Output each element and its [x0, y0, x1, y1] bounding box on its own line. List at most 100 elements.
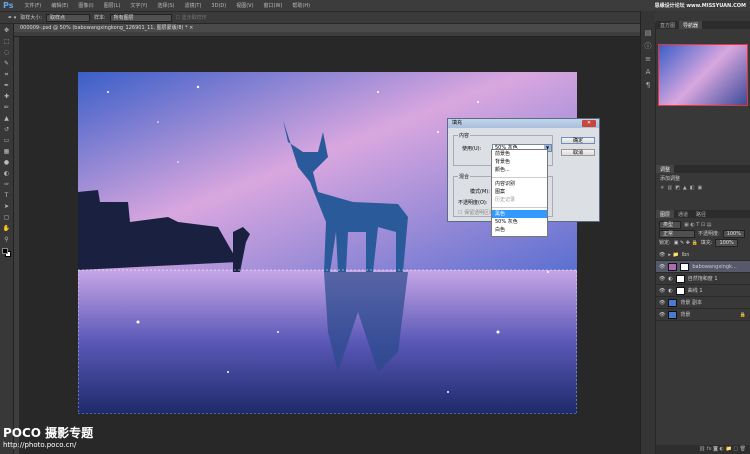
poco-url: http://photo.poco.cn/ — [3, 441, 77, 449]
eyedropper-tool-icon[interactable]: ✒ — [3, 82, 11, 90]
layer-thumb — [668, 262, 678, 271]
lock-icon: 🔒 — [739, 311, 746, 318]
menu-help[interactable]: 帮助(H) — [287, 2, 315, 9]
options-bar: ✒ ▾ 取样大小: 取样点 样本: 所有图层 ☐ 显示取样环 — [0, 11, 750, 23]
lasso-tool-icon[interactable]: ◌ — [3, 49, 11, 57]
properties-icon[interactable]: ≡ — [644, 55, 653, 64]
eraser-tool-icon[interactable]: ▭ — [3, 137, 11, 145]
close-button[interactable]: ✕ — [582, 120, 596, 127]
layer-row[interactable]: 👁 背景 🔒 — [656, 309, 750, 321]
tab-navigator[interactable]: 导航器 — [679, 21, 703, 29]
kind-filter[interactable]: 类型 — [659, 220, 681, 229]
option-black[interactable]: 黑色 — [492, 210, 547, 218]
cancel-button[interactable]: 取消 — [561, 149, 595, 156]
blend-mode-select[interactable]: 正常 — [659, 229, 695, 238]
menu-file[interactable]: 文件(F) — [19, 2, 46, 9]
vertical-ruler — [14, 37, 19, 454]
sample-size-select[interactable]: 取样点 — [45, 13, 90, 22]
show-ring-checkbox[interactable]: ☐ 显示取样环 — [176, 14, 207, 21]
menu-view[interactable]: 视图(V) — [231, 2, 258, 9]
menu-type[interactable]: 文字(Y) — [125, 2, 152, 9]
sample-select[interactable]: 所有图层 — [109, 13, 172, 22]
color-swatches[interactable] — [0, 247, 13, 259]
filter-icons[interactable]: ▣ ◐ T ⊡ ▤ — [684, 222, 711, 228]
menu-bar: Ps 文件(F) 编辑(E) 图像(I) 图层(L) 文字(Y) 选择(S) 滤… — [0, 0, 750, 11]
fill-field[interactable]: 100% — [715, 238, 738, 247]
menu-window[interactable]: 窗口(W) — [259, 2, 288, 9]
character-icon[interactable]: A — [644, 68, 653, 77]
option-background[interactable]: 背景色 — [492, 158, 547, 166]
option-color[interactable]: 颜色... — [492, 166, 547, 174]
tab-channels[interactable]: 通道 — [674, 210, 692, 218]
option-foreground[interactable]: 前景色 — [492, 150, 547, 158]
zoom-tool-icon[interactable]: ⚲ — [3, 236, 11, 244]
show-ring-label: 显示取样环 — [181, 15, 207, 21]
layer-name: babowangxingk... — [692, 263, 737, 270]
eyedropper-icon[interactable]: ✒ ▾ — [8, 15, 16, 21]
adjustment-icons[interactable]: ☀▥◩▲◧▣ — [660, 185, 746, 191]
lock-icons[interactable]: ▣ ✎ ✥ 🔒 — [674, 240, 698, 246]
healing-tool-icon[interactable]: ✚ — [3, 93, 11, 101]
paragraph-icon[interactable]: ¶ — [644, 81, 653, 90]
brush-tool-icon[interactable]: ✏ — [3, 104, 11, 112]
eye-icon[interactable]: 👁 — [659, 264, 665, 270]
layer-group[interactable]: 👁 ▸ 📁 lbn — [656, 249, 750, 261]
pen-tool-icon[interactable]: ✑ — [3, 181, 11, 189]
gradient-tool-icon[interactable]: ▦ — [3, 148, 11, 156]
option-pattern[interactable]: 图案 — [492, 188, 547, 196]
quick-select-tool-icon[interactable]: ✎ — [3, 60, 11, 68]
crop-tool-icon[interactable]: ⌗ — [3, 71, 11, 79]
info-icon[interactable]: ⓘ — [644, 42, 653, 51]
hand-tool-icon[interactable]: ✋ — [3, 225, 11, 233]
adjustment-icon: ◐ — [668, 287, 673, 294]
layer-name: lbn — [681, 251, 690, 258]
ok-button[interactable]: 确定 — [561, 137, 595, 144]
menu-3d[interactable]: 3D(D) — [206, 3, 231, 9]
history-brush-icon[interactable]: ↺ — [3, 126, 11, 134]
eye-icon[interactable]: 👁 — [659, 288, 665, 294]
tab-adjustments[interactable]: 调整 — [656, 165, 675, 173]
marquee-tool-icon[interactable]: ⬚ — [3, 38, 11, 46]
eye-icon[interactable]: 👁 — [659, 300, 665, 306]
contents-legend: 内容 — [459, 133, 470, 139]
blur-tool-icon[interactable]: ● — [3, 159, 11, 167]
menu-image[interactable]: 图像(I) — [73, 2, 98, 9]
option-50-gray[interactable]: 50% 灰色 — [492, 218, 547, 226]
option-content-aware[interactable]: 内容识别 — [492, 180, 547, 188]
layer-row[interactable]: 👁 ◐ 自然饱和度 1 — [656, 273, 750, 285]
adjustments-hint: 添加调整 — [660, 176, 681, 182]
layer-row[interactable]: 👁 背景 副本 — [656, 297, 750, 309]
shape-tool-icon[interactable]: ▢ — [3, 214, 11, 222]
type-tool-icon[interactable]: T — [3, 192, 11, 200]
tab-histogram[interactable]: 直方图 — [656, 21, 679, 29]
tab-paths[interactable]: 路径 — [692, 210, 710, 218]
dodge-tool-icon[interactable]: ◐ — [3, 170, 11, 178]
history-icon[interactable]: ▤ — [644, 29, 653, 38]
path-select-icon[interactable]: ➤ — [3, 203, 11, 211]
menu-select[interactable]: 选择(S) — [152, 2, 179, 9]
eye-icon[interactable]: 👁 — [659, 312, 665, 318]
eye-icon[interactable]: 👁 — [659, 276, 665, 282]
option-white[interactable]: 白色 — [492, 226, 547, 234]
opacity-label: 不透明度: — [698, 231, 720, 237]
lock-label: 锁定: — [659, 240, 671, 246]
close-tab-icon[interactable]: × — [189, 25, 193, 31]
layer-row[interactable]: 👁 ◐ 曲线 1 — [656, 285, 750, 297]
document-tab-title: 000009-.psd @ 50% (babowangxingkong_1269… — [20, 25, 188, 31]
document-tab[interactable]: 000009-.psd @ 50% (babowangxingkong_1269… — [14, 24, 640, 32]
stamp-tool-icon[interactable]: ▲ — [3, 115, 11, 123]
eye-icon[interactable]: 👁 — [659, 252, 665, 258]
menu-edit[interactable]: 编辑(E) — [46, 2, 73, 9]
layer-row-selected[interactable]: 👁 babowangxingk... — [656, 261, 750, 273]
menu-filter[interactable]: 滤镜(T) — [179, 2, 206, 9]
tab-layers[interactable]: 图层 — [656, 210, 675, 218]
navigator-preview[interactable] — [658, 44, 748, 106]
layers-footer-icons[interactable]: ⛓ fx ◙ ◐ 📁 ▢ 🗑 — [656, 445, 750, 454]
opacity-field[interactable]: 100% — [722, 229, 745, 238]
panel-column: 直方图 导航器 调整 添加调整 ☀▥◩▲◧▣ 图层 通道 路径 类型 ▣ ◐ T … — [656, 11, 750, 454]
menu-layer[interactable]: 图层(L) — [99, 2, 126, 9]
adjustment-icon: ◐ — [668, 275, 673, 282]
move-tool-icon[interactable]: ✥ — [3, 27, 11, 35]
separator — [492, 204, 547, 208]
layer-name: 自然饱和度 1 — [687, 276, 718, 282]
